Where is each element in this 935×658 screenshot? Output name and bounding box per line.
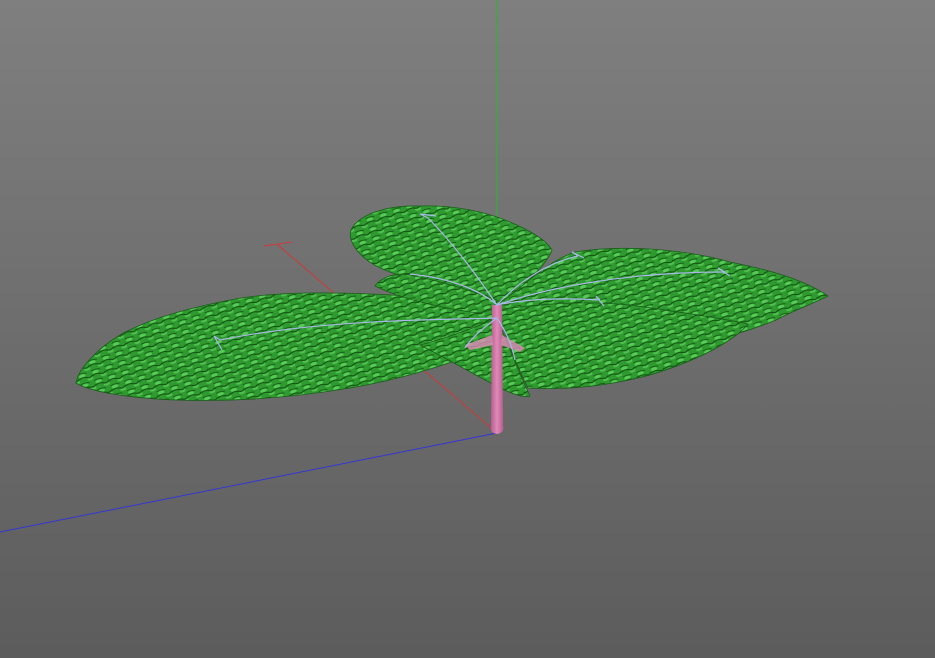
viewport-canvas[interactable] xyxy=(0,0,935,658)
3d-viewport[interactable] xyxy=(0,0,935,658)
